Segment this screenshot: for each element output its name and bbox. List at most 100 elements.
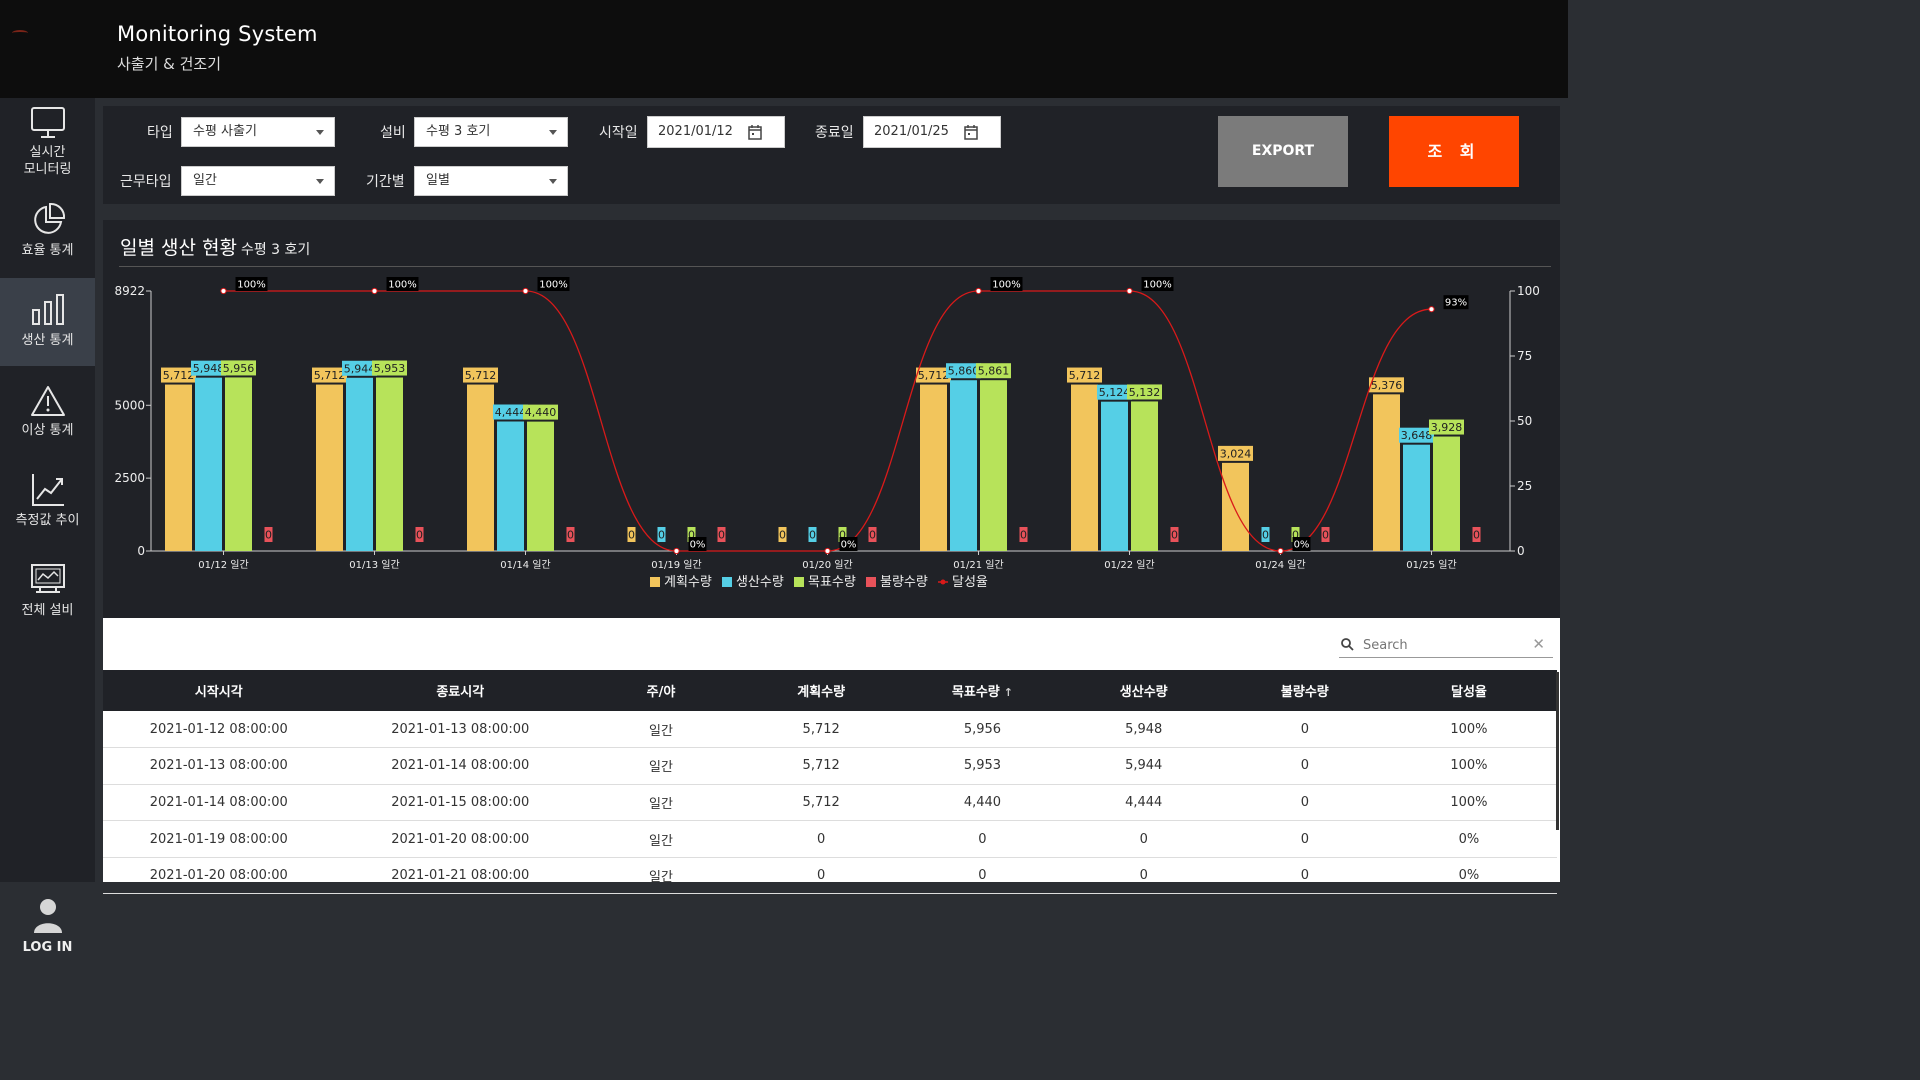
column-header[interactable]: 주/야 <box>586 670 736 711</box>
table-row[interactable]: 2021-01-13 08:00:00 2021-01-14 08:00:00 일간… <box>103 748 1557 785</box>
bar[interactable] <box>1131 401 1158 551</box>
period-select[interactable]: 일별 <box>414 166 568 196</box>
sidebar-item-anomaly-stats[interactable]: 이상 통계 <box>0 384 95 472</box>
calendar-icon[interactable] <box>748 124 762 140</box>
data-label: 4,440 <box>525 406 557 419</box>
table-cell: 0 <box>1300 868 1309 884</box>
line-point[interactable] <box>673 547 680 555</box>
data-label: 3,024 <box>1220 447 1252 460</box>
line-label: 100% <box>1143 280 1172 291</box>
search-input[interactable] <box>1361 635 1535 655</box>
bar[interactable] <box>165 384 192 551</box>
bar[interactable] <box>1101 401 1128 551</box>
y-tick-label: 0 <box>137 544 145 558</box>
column-header-label: 목표수량 <box>951 685 1000 700</box>
bar[interactable] <box>225 377 252 551</box>
line-label: 100% <box>992 280 1021 291</box>
table-cell: 2021-01-13 08:00:00 <box>391 721 530 737</box>
bar[interactable] <box>1373 394 1400 551</box>
bar[interactable] <box>950 380 977 551</box>
line-point[interactable] <box>824 547 831 555</box>
search-button[interactable]: 조 회 <box>1389 116 1519 187</box>
table-cell: 5,956 <box>963 721 1002 737</box>
table-row[interactable]: 2021-01-12 08:00:00 2021-01-13 08:00:00 일간… <box>103 711 1557 748</box>
chevron-down-icon <box>549 179 557 184</box>
sidebar-item-label: 효율 통계 <box>21 243 74 258</box>
y-tick-label: 2500 <box>114 471 145 485</box>
data-label: 0 <box>1473 529 1480 542</box>
bar[interactable] <box>980 380 1007 551</box>
line-point[interactable] <box>975 287 982 295</box>
bar[interactable] <box>527 421 554 551</box>
sidebar-item-efficiency-stats[interactable]: 효율 통계 <box>0 202 95 290</box>
table-scrollbar[interactable] <box>1556 672 1559 830</box>
sidebar-item-label: 이상 통계 <box>21 423 74 438</box>
x-tick-label: 01/22 일간 <box>1104 559 1154 571</box>
line-point[interactable] <box>1428 306 1435 313</box>
line-point[interactable] <box>1126 287 1133 295</box>
chevron-down-icon <box>316 130 324 135</box>
table-row[interactable]: 2021-01-14 08:00:00 2021-01-15 08:00:00 일간… <box>103 784 1557 821</box>
type-select[interactable]: 수평 사출기 <box>181 117 335 147</box>
data-label: 5,712 <box>1069 369 1101 382</box>
export-button[interactable]: EXPORT <box>1218 116 1348 187</box>
bar[interactable] <box>346 377 373 551</box>
type-label: 타입 <box>147 125 173 141</box>
table-row[interactable]: 2021-01-19 08:00:00 2021-01-20 08:00:00 일간… <box>103 821 1557 858</box>
data-label: 0 <box>869 529 876 542</box>
login-button[interactable]: LOG IN <box>0 898 95 955</box>
table-header: 시작시각 종료시각 주/야 계획수량 목표수량 ↑ 생산수량 불량수량 달성율 <box>103 670 1557 711</box>
line-point[interactable] <box>220 287 227 295</box>
line-point[interactable] <box>522 287 529 295</box>
bar[interactable] <box>195 377 222 551</box>
sidebar-item-all-equipment[interactable]: 전체 설비 <box>0 562 95 650</box>
type-select-value: 수평 사출기 <box>193 124 257 139</box>
bar[interactable] <box>1071 384 1098 551</box>
table-cell: 5,953 <box>963 758 1002 774</box>
start-date-input[interactable]: 2021/01/12 <box>647 116 785 148</box>
sidebar: 실시간 모니터링 효율 통계 생산 통계 이상 통계 측정값 추이 전체 설비 … <box>0 98 95 955</box>
bar[interactable] <box>316 384 343 551</box>
data-label: 5,712 <box>314 369 346 382</box>
bar[interactable] <box>1222 462 1249 551</box>
x-tick-label: 01/19 일간 <box>651 559 701 571</box>
line-point[interactable] <box>371 287 378 295</box>
end-date-input[interactable]: 2021/01/25 <box>863 116 1001 148</box>
table-row[interactable]: 2021-01-20 08:00:00 2021-01-21 08:00:00 일간… <box>103 857 1557 894</box>
bar[interactable] <box>920 384 947 551</box>
data-label: 3,928 <box>1431 421 1463 434</box>
data-label: 0 <box>567 529 574 542</box>
bar[interactable] <box>467 384 494 551</box>
table-search[interactable]: ✕ <box>1339 633 1553 658</box>
bar[interactable] <box>1433 436 1460 551</box>
equipment-icon <box>30 564 65 593</box>
bar[interactable] <box>376 377 403 551</box>
equip-select[interactable]: 수평 3 호기 <box>414 117 568 147</box>
column-header[interactable]: 계획수량 <box>736 670 906 711</box>
column-header[interactable]: 생산수량 <box>1059 670 1229 711</box>
y-tick-label: 5000 <box>114 398 145 412</box>
sidebar-item-production-stats[interactable]: 생산 통계 <box>0 278 95 366</box>
sidebar-item-measurement-trend[interactable]: 측정값 추이 <box>0 472 95 560</box>
column-header[interactable]: 시작시각 <box>103 670 335 711</box>
close-icon[interactable]: ✕ <box>1532 635 1545 653</box>
y2-tick-label: 100 <box>1517 284 1540 298</box>
data-label: 5,712 <box>163 369 195 382</box>
app-title: Monitoring System <box>117 22 318 46</box>
data-label: 4,444 <box>495 406 527 419</box>
app-subtitle: 사출기 & 건조기 <box>117 55 222 73</box>
line-point[interactable] <box>1277 547 1284 555</box>
table-cell: 2021-01-12 08:00:00 <box>149 721 288 737</box>
column-header[interactable]: 불량수량 <box>1229 670 1381 711</box>
bar[interactable] <box>497 421 524 551</box>
column-header[interactable]: 달성율 <box>1381 670 1557 711</box>
shift-type-select[interactable]: 일간 <box>181 166 335 196</box>
sidebar-item-realtime-monitoring[interactable]: 실시간 모니터링 <box>0 106 95 194</box>
table-cell: 2021-01-14 08:00:00 <box>149 794 288 810</box>
equip-label: 설비 <box>380 125 406 141</box>
calendar-icon[interactable] <box>964 124 978 140</box>
column-header[interactable]: 종료시각 <box>335 670 586 711</box>
bar[interactable] <box>1403 444 1430 551</box>
table-cell: 5,712 <box>802 794 840 810</box>
column-header-sorted[interactable]: 목표수량 ↑ <box>906 670 1058 711</box>
